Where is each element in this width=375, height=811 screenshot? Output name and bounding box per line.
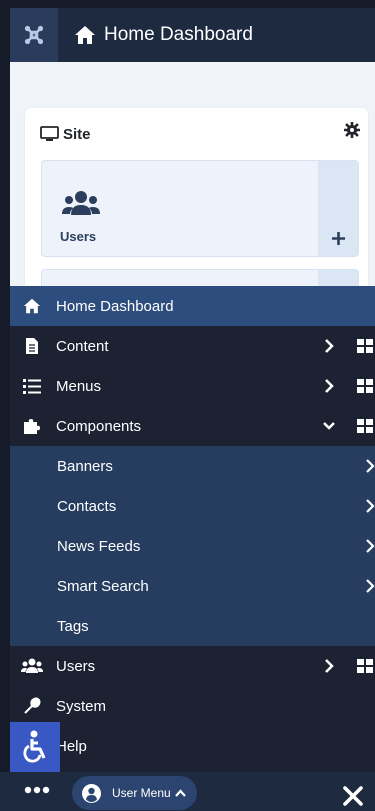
submenu-item-tags[interactable]: Tags (10, 606, 375, 646)
submenu-item-news-feeds[interactable]: News Feeds (10, 526, 375, 566)
wrench-icon (24, 697, 41, 714)
submenu-item-label: Smart Search (57, 578, 149, 595)
sidebar-item-content[interactable]: Content (10, 326, 375, 366)
sidebar-item-home-dashboard[interactable]: Home Dashboard (10, 286, 375, 326)
sidebar-menu: Home Dashboard Content Menus Components (10, 286, 375, 766)
site-card: Site Users (25, 108, 368, 311)
chevron-right-icon[interactable] (365, 578, 375, 594)
joomla-logo-icon (24, 25, 44, 45)
submenu-item-label: News Feeds (57, 538, 141, 555)
chevron-right-icon[interactable] (322, 378, 336, 394)
sidebar-item-menus[interactable]: Menus (10, 366, 375, 406)
submenu-item-contacts[interactable]: Contacts (10, 486, 375, 526)
add-user-button[interactable] (318, 161, 358, 256)
sidebar-item-label: Home Dashboard (56, 297, 174, 315)
home-icon (23, 298, 41, 314)
submenu-item-banners[interactable]: Banners (10, 446, 375, 486)
sidebar-item-label: Menus (56, 377, 102, 395)
chevron-right-icon[interactable] (322, 338, 336, 354)
sidebar-item-label: Users (56, 657, 96, 675)
user-menu-button[interactable]: User Menu (72, 776, 197, 810)
frame-left (0, 0, 10, 811)
plus-icon (331, 232, 345, 245)
sidebar-item-label: Help (56, 737, 87, 755)
page-title: Home Dashboard (104, 24, 253, 45)
users-module[interactable]: Users (41, 160, 359, 257)
dashboard-grid-icon[interactable] (357, 419, 373, 433)
dashboard-grid-icon[interactable] (357, 659, 373, 673)
frame-top (0, 0, 375, 8)
sidebar-item-components[interactable]: Components (10, 406, 375, 446)
submenu-item-smart-search[interactable]: Smart Search (10, 566, 375, 606)
accessibility-icon (23, 730, 46, 763)
submenu-item-label: Contacts (57, 498, 117, 515)
accessibility-button[interactable] (10, 722, 60, 772)
chevron-down-icon[interactable] (322, 418, 336, 434)
puzzle-icon (24, 419, 40, 434)
main-content: Site Users (10, 62, 375, 311)
close-icon[interactable] (342, 785, 364, 807)
monitor-icon (40, 126, 59, 141)
dashboard-grid-icon[interactable] (357, 379, 373, 393)
gear-icon[interactable] (344, 122, 360, 138)
chevron-up-icon (175, 789, 186, 797)
joomla-logo[interactable] (10, 8, 58, 62)
chevron-right-icon[interactable] (365, 458, 375, 474)
sidebar-item-users[interactable]: Users (10, 646, 375, 686)
sidebar-item-help[interactable]: Help (10, 726, 375, 766)
sidebar-item-system[interactable]: System (10, 686, 375, 726)
sidebar-item-label: Components (56, 417, 142, 435)
card-title: Site (63, 126, 91, 143)
module-label: Users (60, 229, 97, 244)
list-icon (23, 379, 41, 394)
home-icon (75, 26, 95, 44)
top-header: Home Dashboard (10, 8, 375, 62)
user-menu-label: User Menu (112, 786, 171, 800)
chevron-right-icon[interactable] (322, 658, 336, 674)
chevron-right-icon[interactable] (365, 498, 375, 514)
more-options-icon[interactable] (24, 785, 50, 795)
chevron-right-icon[interactable] (365, 538, 375, 554)
user-circle-icon (82, 784, 101, 803)
file-icon (26, 338, 38, 354)
dashboard-grid-icon[interactable] (357, 339, 373, 353)
sidebar-item-label: Content (56, 337, 109, 355)
users-icon (21, 658, 43, 673)
submenu-item-label: Tags (57, 618, 89, 635)
users-icon (62, 191, 100, 215)
sidebar-item-label: System (56, 697, 107, 715)
submenu-item-label: Banners (57, 458, 113, 475)
